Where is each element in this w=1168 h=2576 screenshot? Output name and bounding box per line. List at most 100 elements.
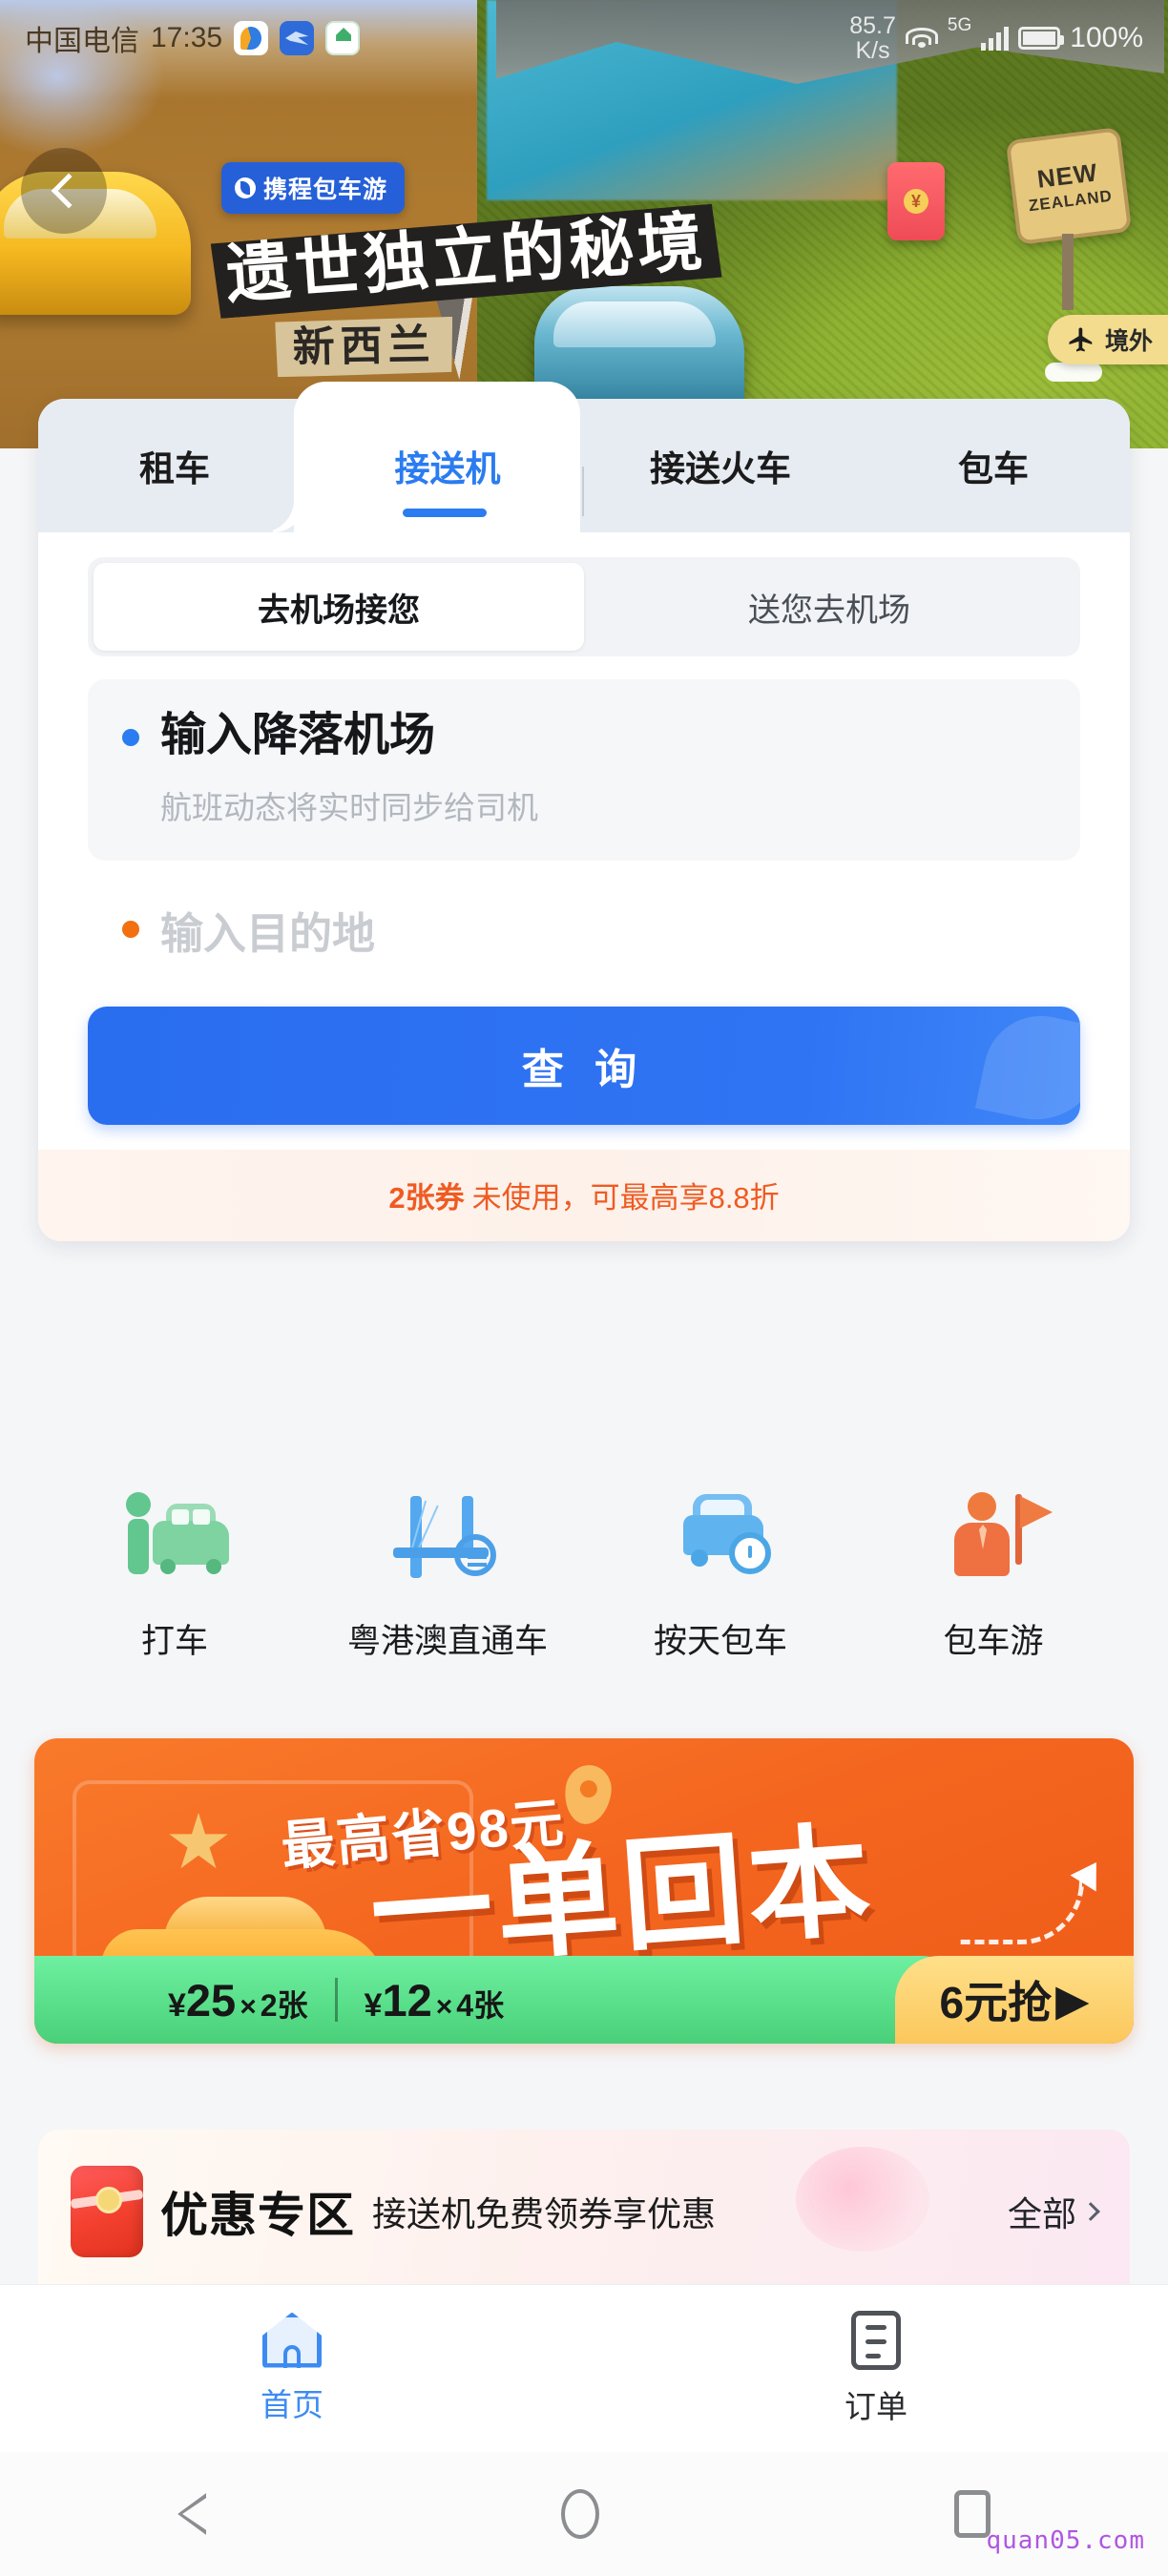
tab-train-transfer[interactable]: 接送火车 [582,440,857,516]
promo-offer-2-x: × [435,1990,453,2023]
origin-dot-icon [122,729,139,746]
coupon-rest-label: 未使用，可最高享8.8折 [471,1181,780,1215]
coupon-zone-decor [796,2147,929,2252]
status-bar-left: 中国电信 17:35 [25,17,361,59]
order-list-icon [851,2310,901,2370]
guide-flag-icon [931,1479,1055,1603]
home-circle-icon[interactable] [561,2489,599,2539]
coupon-zone-title: 优惠专区 [160,2189,355,2242]
brand-badge: 携程包车游 [221,162,406,214]
signal-bars-icon [981,26,1010,51]
coupon-zone-view-all-label: 全部 [1007,2194,1076,2233]
button-decor-swoosh [974,1006,1080,1125]
new-zealand-sign: NEW ZEALAND [1005,127,1133,245]
airport-field-value: 输入降落机场 [160,710,436,760]
bottom-nav-home[interactable]: 首页 [0,2312,584,2425]
service-daily-charter-label: 按天包车 [653,1623,787,1660]
swipe-icon [280,21,315,55]
net-speed: 85.7 K/s [849,13,896,64]
sign-post [1062,234,1074,310]
car-clock-icon [658,1479,782,1603]
search-button-label: 查 询 [521,1046,647,1093]
back-button[interactable] [21,148,107,234]
promo-offer-2-currency: ¥ [364,1986,383,2024]
coupon-count-label: 2张券 [388,1181,465,1215]
gift-box-icon [70,2166,144,2257]
service-gba-shuttle[interactable]: 粤港澳直通车 [328,1479,567,1663]
coupon-status-bar[interactable]: 2张券 未使用，可最高享8.8折 [38,1149,1130,1241]
battery-percent-label: 100% [1070,22,1143,53]
promo-banner[interactable]: 最高省98元 一单回本 ¥25 × 2张 ¥12 × 4张 6元抢 ▶ [34,1738,1134,2044]
airport-field[interactable]: 输入降落机场 航班动态将实时同步给司机 [88,679,1080,861]
coupon-zone-header[interactable]: 优惠专区 接送机免费领券享优惠 全部 [38,2129,1130,2294]
promo-offer-1-amount: 25 [185,1974,237,2025]
search-button[interactable]: 查 询 [88,1006,1080,1125]
overseas-entry-pill[interactable]: 境外 [1047,315,1168,364]
play-arrow-icon: ▶ [1055,1975,1090,2025]
status-bar-right: 85.7 K/s 5G 100% [849,13,1143,64]
tab-car-rental-label: 租车 [139,449,210,488]
destination-dot-icon [122,921,139,939]
panel-body: 去机场接您 送您去机场 输入降落机场 航班动态将实时同步给司机 输入目的地 查 … [38,532,1130,1241]
back-triangle-icon[interactable] [177,2493,206,2535]
bottom-nav-orders[interactable]: 订单 [584,2310,1168,2427]
promo-offer-divider [334,1978,338,2022]
net-speed-value: 85.7 [849,11,896,39]
network-type-label: 5G [947,14,972,35]
map-pin-icon [560,1761,615,1828]
net-speed-unit: K/s [855,37,890,64]
promo-offer-2: ¥12 × 4张 [365,1974,505,2026]
service-charter-tour[interactable]: 包车游 [874,1479,1113,1663]
wallet-icon [234,21,269,55]
airport-field-hint: 航班动态将实时同步给司机 [160,789,538,825]
promo-headline: 一单回本 [365,1809,879,1987]
home-icon [262,2312,322,2368]
hero-title-line2: 新西兰 [275,317,453,378]
tab-charter-label: 包车 [958,449,1029,488]
phone-screen: NEW ZEALAND ¥ 携程包车游 遗世独立的秘境 新西兰 境外 中国电信 … [0,0,1168,2576]
tab-charter[interactable]: 包车 [857,440,1130,491]
active-tab-underline [403,509,487,517]
android-nav-bar: quan05.com [0,2452,1168,2576]
carrier-label: 中国电信 [25,26,139,57]
tab-car-rental[interactable]: 租车 [38,440,311,491]
booking-panel: 租车 接送机 接送火车 包车 去机场接您 送您去机场 输入降落机场 航班动态将实… [38,382,1130,1241]
chevron-left-icon [51,173,87,209]
tab-airport-transfer[interactable]: 接送机 [311,440,584,491]
promo-cta-button[interactable]: 6元抢 ▶ [895,1956,1134,2044]
bottom-nav-home-label: 首页 [261,2386,323,2422]
segment-dropoff-label: 送您去机场 [748,592,910,629]
service-charter-tour-label: 包车游 [943,1623,1044,1660]
coupon-zone-view-all[interactable]: 全部 [1007,2187,1100,2236]
promo-offer-2-amount: 12 [382,1974,432,2025]
airplane-icon [1069,327,1093,352]
ctrip-logo-icon [235,177,256,198]
service-taxi-label: 打车 [140,1623,208,1660]
promo-offer-1-count: 2张 [260,1987,308,2023]
service-shortcuts: 打车 粤港澳直通车 按天包车 包车游 [38,1460,1130,1717]
clock-label: 17:35 [151,22,223,53]
bridge-icon [386,1479,510,1603]
tab-train-transfer-label: 接送火车 [650,449,791,488]
direction-segmented-control: 去机场接您 送您去机场 [88,557,1080,656]
promo-offer-1-x: × [240,1990,257,2023]
recents-square-icon[interactable] [954,2490,991,2538]
service-daily-charter[interactable]: 按天包车 [601,1479,840,1663]
segment-dropoff-at-airport[interactable]: 送您去机场 [584,563,1074,651]
battery-icon [1018,27,1065,50]
taxi-person-icon [113,1479,237,1603]
segment-pickup-at-airport[interactable]: 去机场接您 [94,563,584,651]
promo-offer-2-count: 4张 [456,1987,505,2023]
chevron-right-icon [1081,2202,1100,2221]
promo-cta-label: 6元抢 [939,1978,1053,2027]
service-taxi[interactable]: 打车 [55,1479,294,1663]
dashed-arrow-icon [960,1881,1084,1944]
bottom-nav-orders-label: 订单 [845,2388,907,2424]
destination-field[interactable]: 输入目的地 [88,899,1080,961]
wifi-icon [905,26,938,51]
watermark: quan05.com [986,2526,1145,2555]
promo-offer-1: ¥25 × 2张 [168,1974,308,2026]
status-bar: 中国电信 17:35 85.7 K/s 5G 100% [0,0,1168,76]
service-gba-shuttle-label: 粤港澳直通车 [346,1623,548,1660]
vr-home-icon [325,21,361,55]
